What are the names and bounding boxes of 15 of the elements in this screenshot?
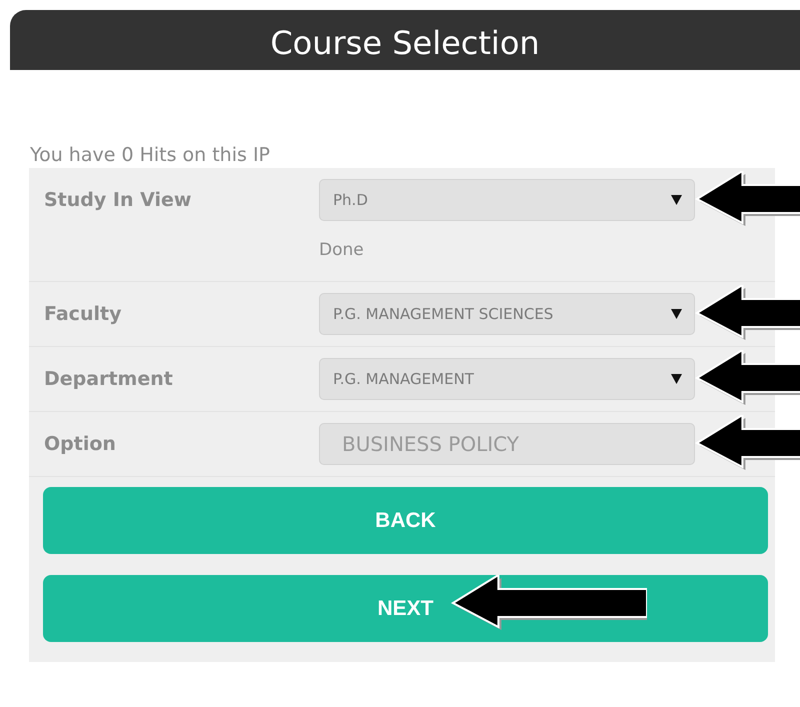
caret-icon bbox=[671, 309, 682, 319]
caret-icon bbox=[671, 195, 682, 205]
status-text: Done bbox=[319, 240, 365, 260]
page-title: Course Selection bbox=[270, 23, 540, 62]
hits-text: You have 0 Hits on this IP bbox=[30, 144, 272, 168]
field-label: Department bbox=[44, 367, 174, 392]
field-label: Study In View bbox=[44, 188, 192, 213]
action-button[interactable]: BACK bbox=[43, 487, 768, 554]
dropdown[interactable]: P.G. MANAGEMENT SCIENCES bbox=[319, 293, 695, 335]
field-label: Faculty bbox=[44, 302, 122, 327]
field-label: Option bbox=[44, 432, 117, 457]
caret-icon bbox=[671, 374, 682, 384]
action-button[interactable]: NEXT bbox=[43, 575, 768, 642]
dropdown[interactable]: P.G. MANAGEMENT bbox=[319, 358, 695, 400]
dropdown[interactable]: Ph.D bbox=[319, 179, 695, 221]
